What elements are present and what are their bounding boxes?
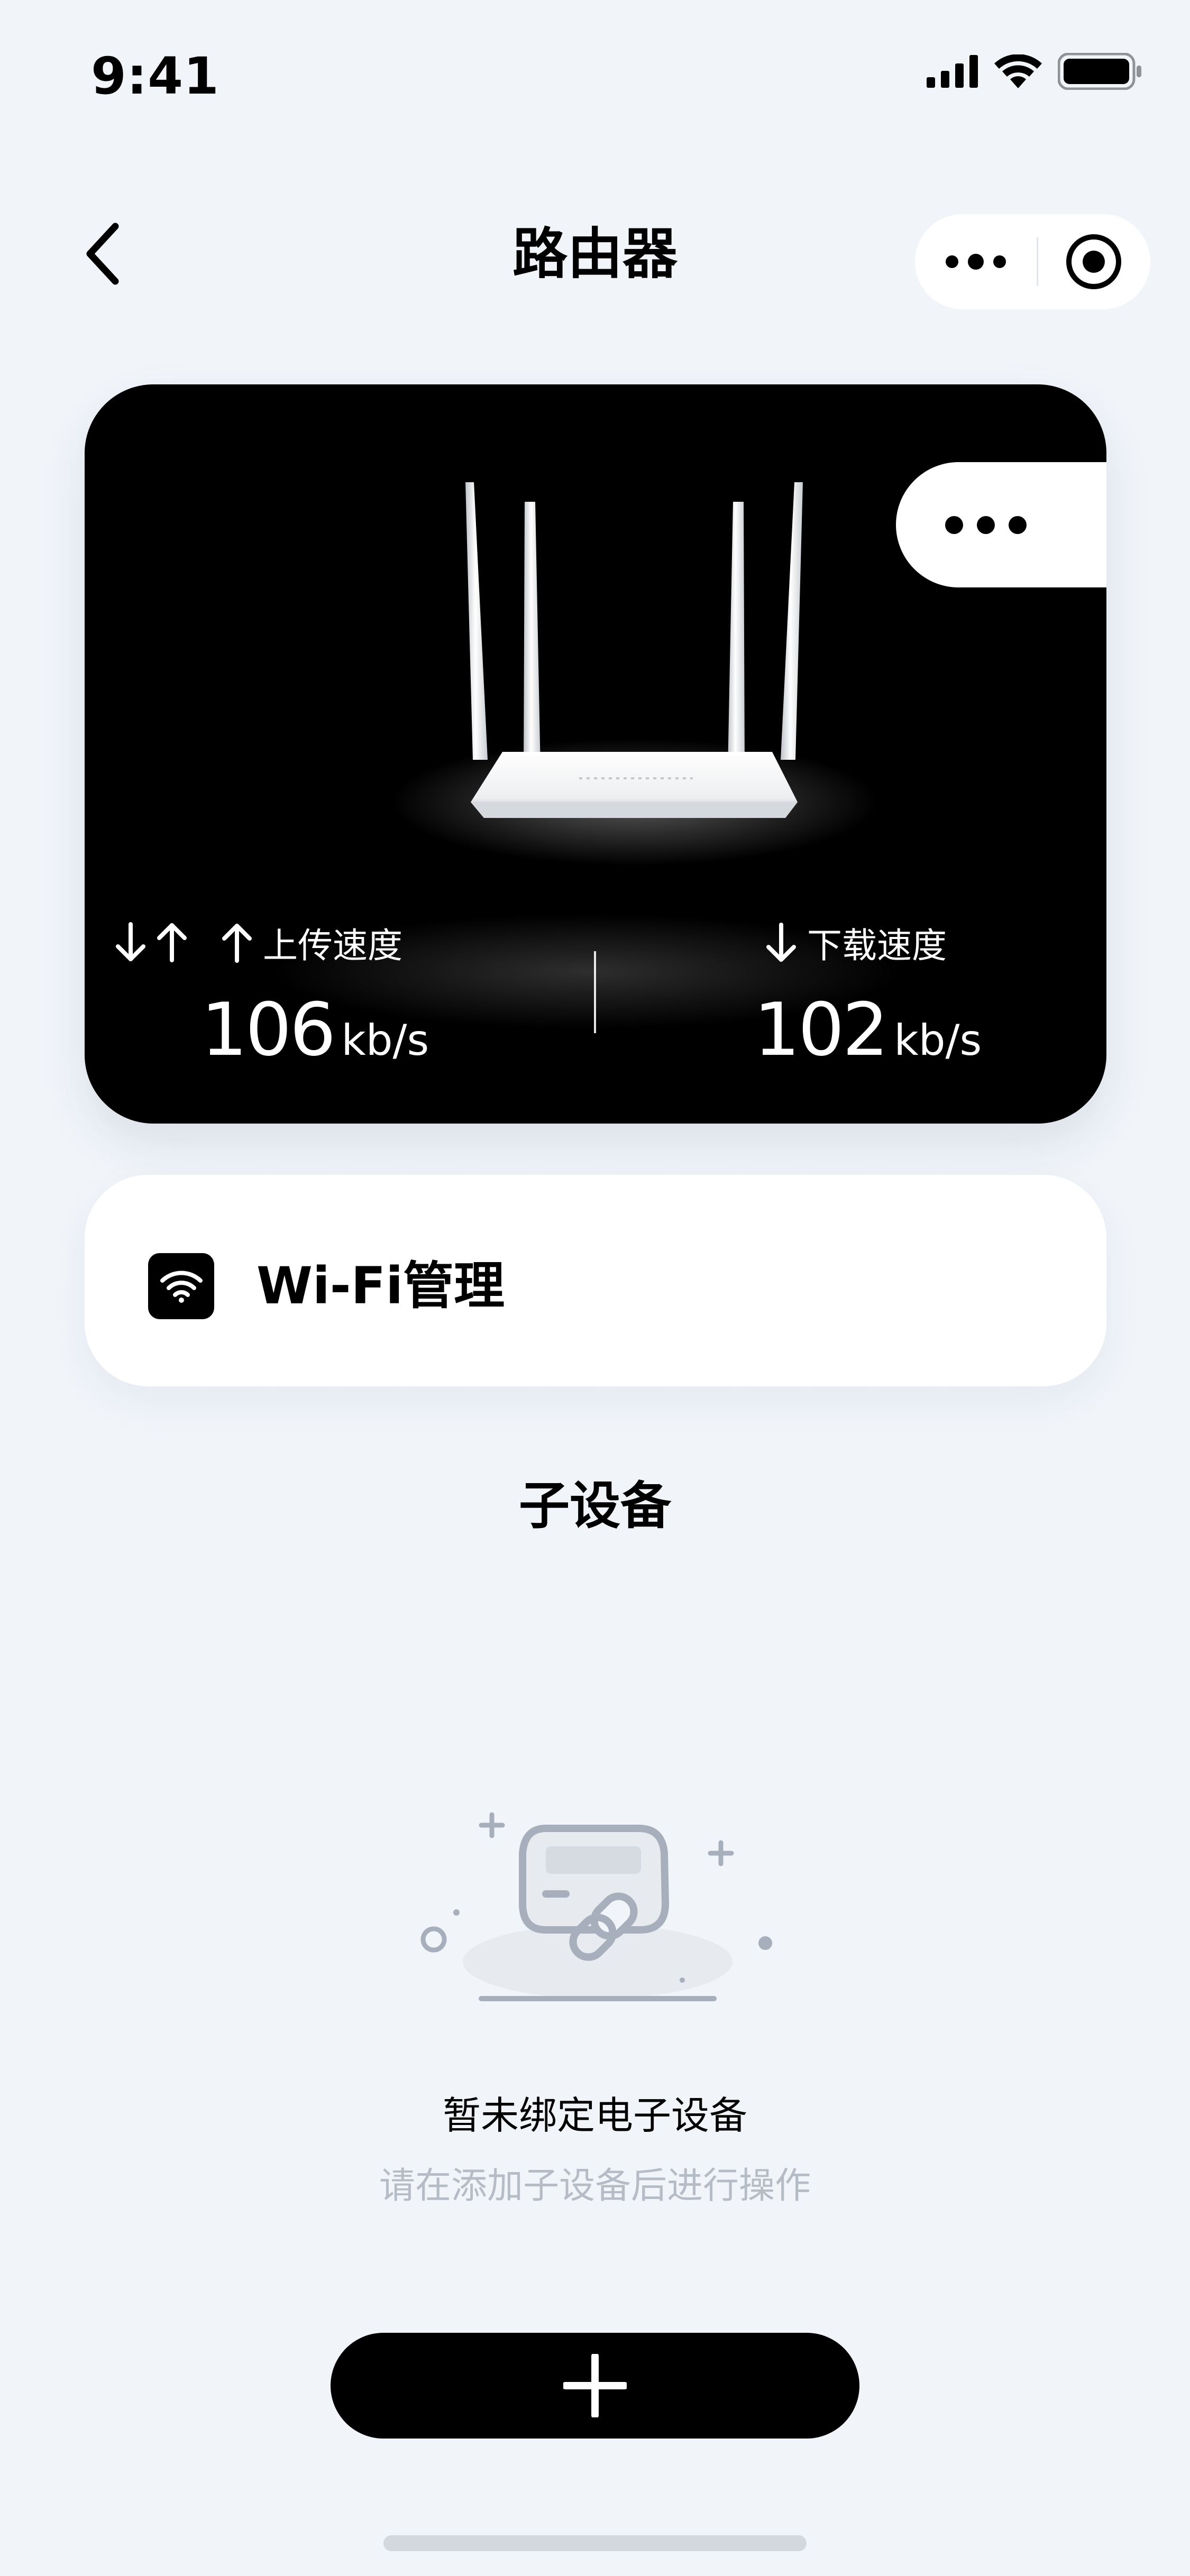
status-bar: 9:41 [0,0,1190,148]
download-speed-label-row: 下载速度 [763,917,947,968]
speed-divider [594,951,596,1033]
more-dots-icon [945,516,1027,534]
upload-speed-value: 106 kb/s [201,987,429,1072]
home-indicator[interactable] [383,2535,807,2551]
wifi-icon [994,54,1042,88]
upload-speed-label-row: 上传速度 [218,917,402,968]
card-more-button[interactable] [896,462,1106,587]
wifi-icon [160,1271,203,1303]
download-speed-label: 下载速度 [807,925,947,966]
upload-speed-unit: kb/s [341,1016,429,1065]
download-speed-number: 102 [754,987,889,1072]
download-speed-value: 102 kb/s [754,987,982,1072]
empty-state-subtitle: 请在添加子设备后进行操作 [379,2165,811,2207]
wifi-management-icon-box [148,1253,214,1319]
more-dots-icon [946,254,1006,270]
arrow-down-icon [766,923,796,962]
status-icons [927,53,1142,90]
record-target-icon [1066,234,1121,289]
mini-program-capsule [915,214,1150,309]
down-up-arrows-icon [116,922,187,962]
wifi-management-label: Wi-Fi管理 [257,1256,505,1315]
router-image [391,482,878,866]
capsule-more-button[interactable] [915,214,1037,309]
battery-icon [1058,53,1141,90]
upload-speed-number: 106 [201,987,336,1072]
add-device-button[interactable] [331,2333,859,2439]
status-time: 9:41 [91,47,219,106]
router-card[interactable]: 上传速度 106 kb/s 下载速度 102 kb/s [85,384,1106,1124]
nav-bar: 路由器 [0,201,1190,309]
wifi-management-card[interactable]: Wi-Fi管理 [85,1175,1106,1386]
signal-icon [927,55,978,88]
sub-devices-title: 子设备 [519,1476,671,1535]
arrow-up-icon [222,924,252,963]
plus-icon [563,2354,627,2417]
download-speed-unit: kb/s [894,1016,982,1065]
capsule-close-button[interactable] [1038,214,1149,309]
upload-speed-label: 上传速度 [263,925,402,966]
device-link-icon [420,1812,772,2001]
empty-state-title: 暂未绑定电子设备 [442,2093,747,2138]
